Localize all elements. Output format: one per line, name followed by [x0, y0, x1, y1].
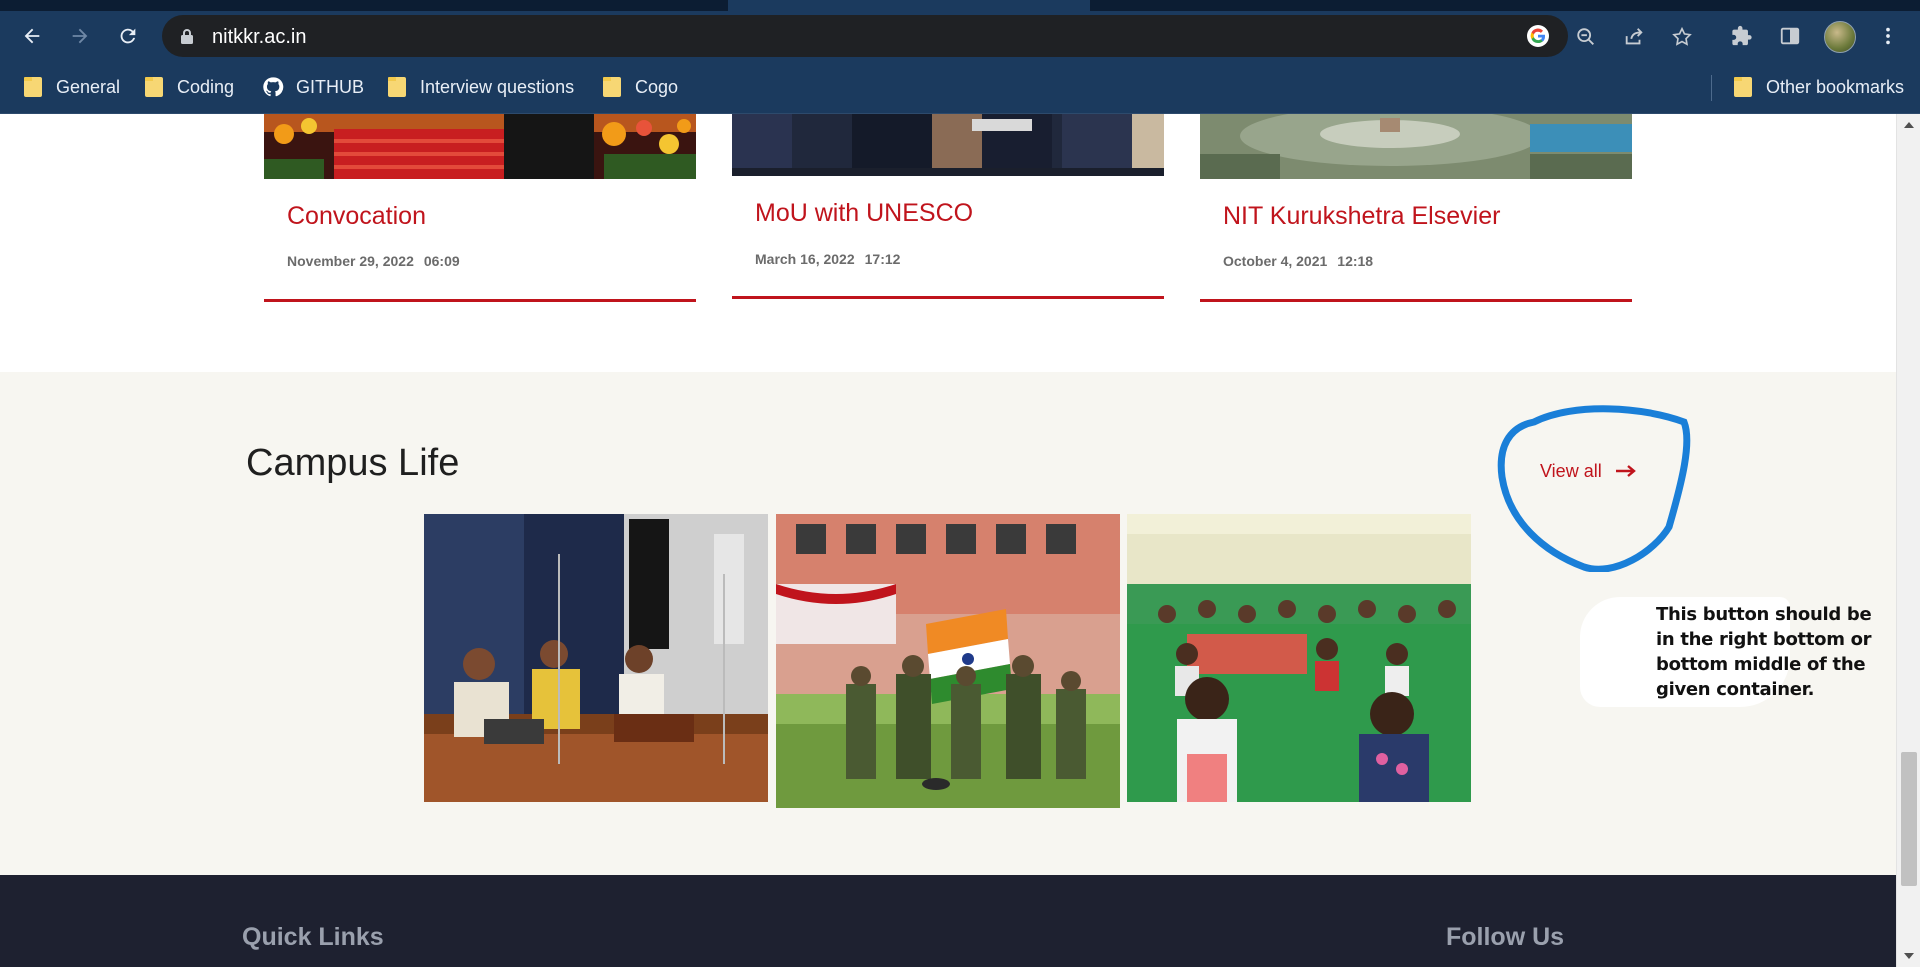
campus-photo-ncc[interactable]	[776, 514, 1120, 808]
folder-icon	[388, 77, 406, 97]
annotation-note: This button should be in the right botto…	[1656, 604, 1872, 700]
bookmark-interview-questions[interactable]: Interview questions	[388, 73, 574, 101]
reload-icon[interactable]	[116, 24, 140, 48]
share-icon[interactable]	[1622, 25, 1646, 49]
annotation-circle	[1497, 405, 1691, 572]
folder-icon	[24, 77, 42, 97]
url-text[interactable]: nitkkr.ac.in	[212, 26, 306, 49]
forward-arrow-icon[interactable]	[68, 24, 92, 48]
bookmark-github[interactable]: GITHUB	[262, 73, 364, 101]
folder-icon	[145, 77, 163, 97]
campus-photo-music[interactable]	[424, 514, 768, 802]
tab-strip	[0, 0, 1920, 11]
bookmark-star-icon[interactable]	[1670, 25, 1694, 49]
news-title[interactable]: NIT Kurukshetra Elsevier	[1223, 202, 1500, 231]
bookmark-other[interactable]: Other bookmarks	[1734, 73, 1904, 101]
browser-toolbar: nitkkr.ac.in	[0, 11, 1920, 61]
news-underline	[732, 296, 1164, 299]
section-title: Campus Life	[246, 442, 460, 484]
back-arrow-icon[interactable]	[20, 24, 44, 48]
zoom-out-icon[interactable]	[1574, 25, 1598, 49]
news-underline	[264, 299, 696, 302]
github-icon	[262, 76, 284, 98]
bookmark-cogo[interactable]: Cogo	[603, 73, 678, 101]
news-meta: November 29, 2022 06:09	[287, 253, 460, 269]
bookmark-label: Other bookmarks	[1766, 76, 1905, 97]
news-date: November 29, 2022	[287, 253, 414, 269]
news-meta: October 4, 2021 12:18	[1223, 253, 1373, 269]
site-footer: Quick Links Follow Us	[0, 875, 1896, 967]
news-meta: March 16, 2022 17:12	[755, 251, 900, 267]
google-icon[interactable]	[1526, 24, 1550, 48]
news-title[interactable]: MoU with UNESCO	[755, 199, 973, 228]
news-date: October 4, 2021	[1223, 253, 1328, 269]
active-tab[interactable]	[728, 0, 1090, 11]
bookmarks-separator	[1711, 75, 1712, 101]
news-underline	[1200, 299, 1632, 302]
news-title[interactable]: Convocation	[287, 202, 426, 231]
bookmark-label: General	[56, 76, 121, 97]
profile-avatar[interactable]	[1824, 21, 1856, 53]
follow-us-heading: Follow Us	[1446, 923, 1565, 951]
bookmark-general[interactable]: General	[24, 73, 120, 101]
kebab-menu-icon[interactable]	[1876, 24, 1900, 48]
bookmarks-bar: General Coding GITHUB Interview question…	[0, 61, 1920, 114]
folder-icon	[1734, 77, 1752, 97]
campus-life-section: Campus Life View all This button should …	[0, 372, 1896, 875]
folder-icon	[603, 77, 621, 97]
bookmark-label: Cogo	[635, 76, 679, 97]
quick-links-heading: Quick Links	[242, 923, 384, 951]
news-image-convocation[interactable]	[264, 114, 696, 179]
web-page: Convocation November 29, 2022 06:09 MoU w…	[0, 114, 1896, 967]
scroll-down-arrow-icon[interactable]	[1904, 953, 1914, 959]
bookmark-coding[interactable]: Coding	[145, 73, 234, 101]
extensions-icon[interactable]	[1730, 24, 1754, 48]
scroll-up-arrow-icon[interactable]	[1904, 122, 1914, 128]
news-time: 12:18	[1337, 253, 1374, 269]
side-panel-icon[interactable]	[1778, 24, 1802, 48]
page-scrollbar[interactable]	[1896, 114, 1920, 967]
bookmark-label: Interview questions	[420, 76, 575, 97]
bookmark-label: GITHUB	[296, 76, 365, 97]
news-image-mou-unesco[interactable]	[732, 114, 1164, 176]
lock-icon[interactable]	[180, 28, 194, 49]
news-date: March 16, 2022	[755, 251, 855, 267]
news-image-elsevier[interactable]	[1200, 114, 1632, 179]
news-time: 17:12	[864, 251, 901, 267]
bookmark-label: Coding	[177, 76, 235, 97]
campus-photo-yoga[interactable]	[1127, 514, 1471, 802]
address-bar[interactable]: nitkkr.ac.in	[162, 15, 1692, 57]
scrollbar-thumb[interactable]	[1901, 752, 1917, 886]
news-time: 06:09	[423, 253, 460, 269]
